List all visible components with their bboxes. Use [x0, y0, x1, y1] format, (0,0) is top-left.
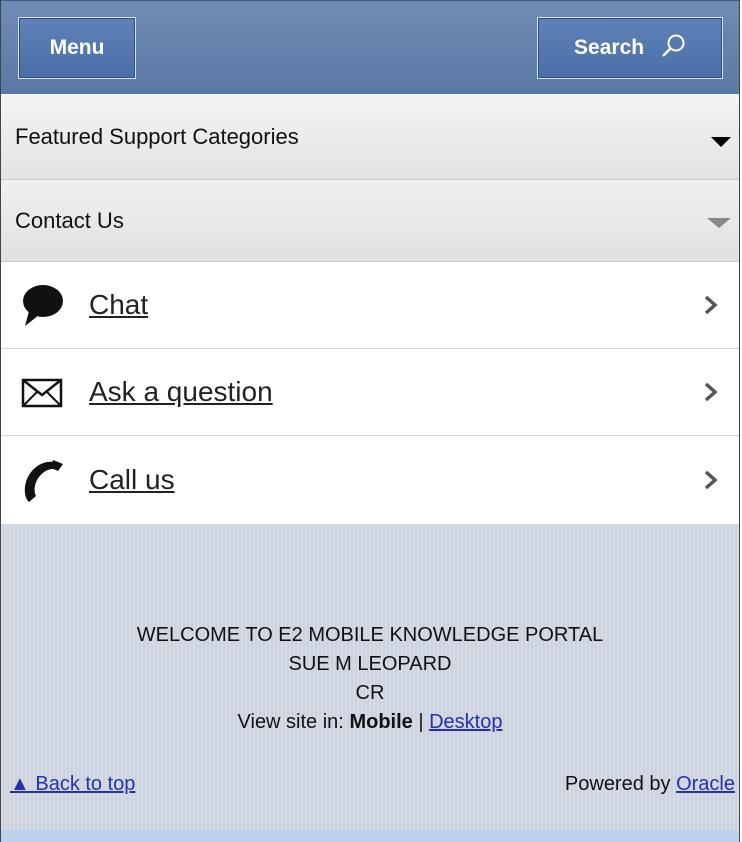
menu-button[interactable]: Menu: [18, 17, 136, 79]
powered-by: Powered by Oracle: [565, 773, 735, 796]
contact-item-chat[interactable]: Chat: [1, 262, 739, 349]
contact-us-toggle[interactable]: Contact Us: [1, 180, 739, 262]
contact-item-ask-question[interactable]: Ask a question: [1, 349, 739, 436]
chevron-right-icon: [704, 382, 718, 402]
caret-down-icon: [707, 217, 731, 228]
view-mobile-label: Mobile: [349, 711, 413, 733]
desktop-link[interactable]: Desktop: [429, 711, 502, 733]
powered-by-prefix: Powered by: [564, 773, 671, 795]
chat-link[interactable]: Chat: [89, 289, 148, 321]
user-code: CR: [355, 682, 385, 704]
phone-icon: [24, 460, 63, 502]
user-name: SUE M LEOPARD: [288, 653, 452, 675]
call-us-link[interactable]: Call us: [89, 464, 175, 496]
view-site-line: View site in: Mobile | Desktop: [1, 708, 739, 737]
search-button-label: Search: [574, 36, 645, 59]
welcome-text: WELCOME TO E2 MOBILE KNOWLEDGE PORTAL: [136, 624, 604, 646]
oracle-link[interactable]: Oracle: [676, 773, 735, 795]
header-bar: Menu Search: [1, 0, 739, 94]
view-separator: |: [418, 711, 424, 733]
menu-button-label: Menu: [49, 36, 105, 59]
chevron-right-icon: [704, 295, 718, 315]
search-button[interactable]: Search: [537, 17, 723, 79]
footer: WELCOME TO E2 MOBILE KNOWLEDGE PORTAL SU…: [1, 525, 739, 830]
mobile-page: Menu Search Featured Support Categories …: [0, 0, 740, 842]
footer-info: WELCOME TO E2 MOBILE KNOWLEDGE PORTAL SU…: [1, 621, 739, 737]
contact-us-label: Contact Us: [15, 207, 124, 233]
chevron-right-icon: [704, 470, 718, 490]
contact-item-call-us[interactable]: Call us: [1, 436, 739, 525]
bottom-strip: [1, 830, 739, 842]
featured-categories-label: Featured Support Categories: [15, 123, 299, 149]
caret-down-icon: [711, 136, 731, 147]
envelope-icon: [21, 378, 63, 408]
ask-question-link[interactable]: Ask a question: [89, 376, 273, 408]
contact-options-list: Chat Ask a question Call us: [1, 262, 739, 525]
chat-bubble-icon: [23, 285, 63, 326]
search-icon: [662, 34, 685, 58]
back-to-top-link[interactable]: ▲ Back to top: [10, 773, 135, 796]
view-site-prefix: View site in:: [237, 711, 344, 733]
featured-categories-toggle[interactable]: Featured Support Categories: [1, 94, 739, 180]
